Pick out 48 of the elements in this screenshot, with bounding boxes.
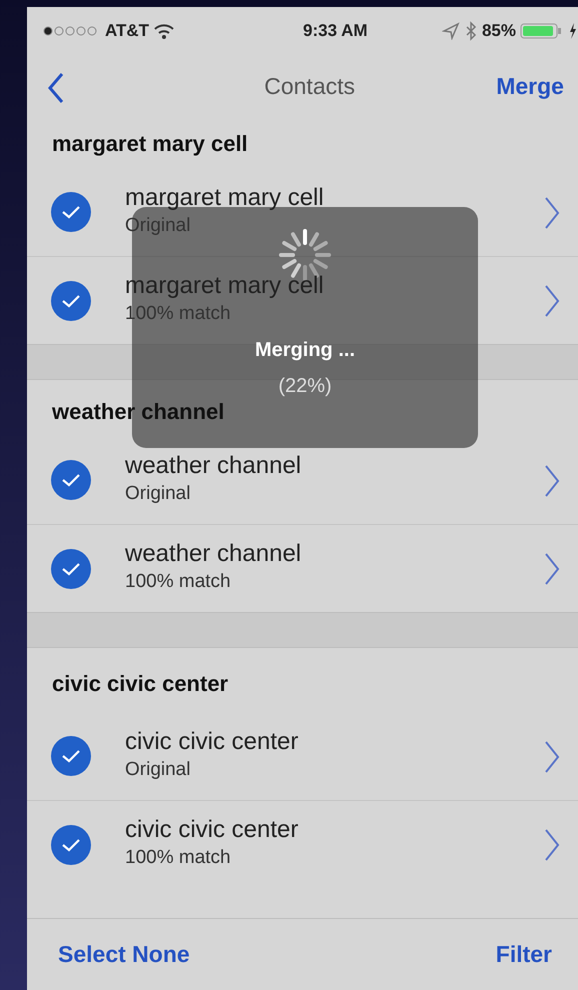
checkmark-icon — [61, 472, 81, 488]
back-chevron-icon — [47, 72, 65, 104]
group-heading: weather channel — [52, 398, 224, 426]
contact-name: margaret mary cell — [125, 184, 325, 212]
disclosure-button[interactable] — [544, 826, 560, 862]
contact-name: weather channel — [125, 540, 302, 568]
disclosure-button[interactable] — [544, 282, 560, 318]
progress-message: Merging ... — [255, 338, 355, 363]
chevron-icon — [544, 196, 560, 230]
merge-button[interactable]: Merge — [496, 69, 564, 104]
chevron-icon — [544, 828, 560, 862]
contact-subtitle: Original — [125, 758, 192, 782]
filter-button[interactable]: Filter — [496, 937, 552, 972]
battery-icon — [520, 22, 564, 40]
checkbox[interactable] — [51, 548, 91, 588]
chevron-icon — [544, 552, 560, 586]
wifi-icon — [153, 23, 176, 39]
chevron-icon — [544, 464, 560, 498]
carrier-label: AT&T — [105, 20, 150, 42]
checkmark-icon — [61, 560, 81, 576]
contact-name: civic civic center — [125, 728, 300, 756]
checkmark-icon — [61, 204, 81, 220]
location-icon — [442, 22, 460, 40]
select-none-button[interactable]: Select None — [58, 937, 190, 972]
chevron-icon — [544, 740, 560, 774]
contact-subtitle: 100% match — [125, 846, 232, 870]
progress-percent: (22%) — [278, 374, 332, 399]
checkmark-icon — [61, 836, 81, 852]
chevron-icon — [544, 284, 560, 318]
checkbox[interactable] — [51, 192, 91, 232]
checkmark-icon — [61, 748, 81, 764]
battery-label: 85% — [482, 20, 516, 42]
checkbox[interactable] — [51, 824, 91, 864]
group-heading: civic civic center — [52, 670, 228, 698]
contact-subtitle: 100% match — [125, 570, 232, 594]
checkbox[interactable] — [51, 460, 91, 500]
checkmark-icon — [61, 292, 81, 308]
time-label: 9:33 AM — [303, 20, 369, 42]
contact-name: civic civic center — [125, 816, 300, 844]
contact-name: weather channel — [125, 452, 302, 480]
disclosure-button[interactable] — [544, 550, 560, 586]
nav-title: Contacts — [264, 72, 355, 102]
contact-subtitle: Original — [125, 482, 192, 506]
bluetooth-icon — [464, 21, 478, 41]
checkbox[interactable] — [51, 280, 91, 320]
group-heading: margaret mary cell — [52, 130, 248, 158]
charging-icon — [568, 22, 578, 40]
checkbox[interactable] — [51, 736, 91, 776]
